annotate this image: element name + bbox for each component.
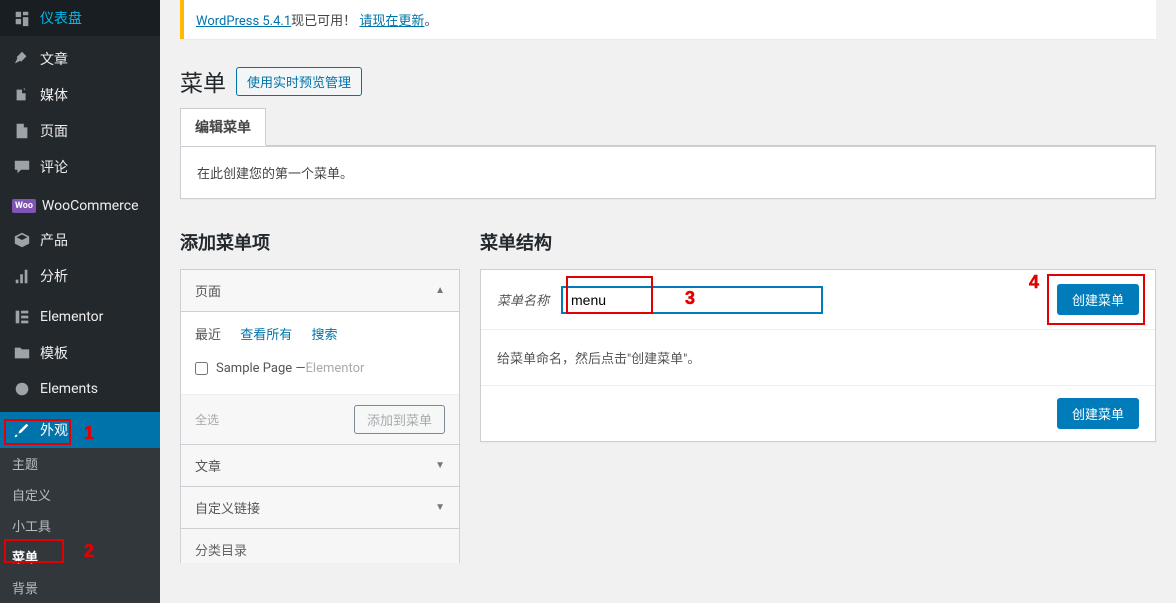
sidebar-elementor[interactable]: Elementor: [0, 299, 160, 335]
page-item-text: Sample Page —: [216, 361, 306, 376]
accordion-label: 自定义链接: [195, 498, 260, 517]
page-checkbox[interactable]: [195, 362, 208, 375]
select-all-link[interactable]: 全选: [195, 411, 219, 428]
submenu-customize[interactable]: 自定义: [0, 479, 160, 510]
product-icon: [12, 230, 32, 250]
sidebar-woocommerce[interactable]: Woo WooCommerce: [0, 190, 160, 222]
sidebar-label: Elements: [40, 381, 98, 397]
manage-live-preview-button[interactable]: 使用实时预览管理: [236, 67, 362, 96]
wp-version-link[interactable]: WordPress 5.4.1: [196, 14, 291, 29]
create-menu-button-bottom[interactable]: 创建菜单: [1057, 398, 1139, 429]
create-menu-button-top[interactable]: 创建菜单: [1057, 284, 1139, 315]
submenu-themes[interactable]: 主题: [0, 448, 160, 479]
sidebar-label: 文章: [40, 49, 68, 69]
page-subtabs: 最近 查看所有 搜索: [195, 324, 445, 343]
subtab-view-all[interactable]: 查看所有: [240, 328, 292, 343]
annotation-number-4: 4: [1029, 272, 1039, 293]
caret-down-icon: ▼: [435, 460, 445, 471]
notice-text: 现已可用！: [291, 14, 356, 29]
first-menu-info: 在此创建您的第一个菜单。: [180, 146, 1156, 199]
accordion-label: 页面: [195, 281, 221, 300]
media-icon: [12, 85, 32, 105]
admin-sidebar: 仪表盘 文章 媒体 页面 评论 Woo WooCommerce 产品: [0, 0, 160, 603]
caret-down-icon: ▼: [435, 502, 445, 513]
sidebar-label: 模板: [40, 343, 68, 363]
accordion-custom-links: 自定义链接 ▼: [180, 486, 460, 529]
accordion-label: 分类目录: [195, 540, 247, 559]
sidebar-label: 分析: [40, 266, 68, 286]
dashboard-icon: [12, 8, 32, 28]
accordion-label: 文章: [195, 456, 221, 475]
accordion-categories-head[interactable]: 分类目录: [181, 529, 459, 563]
notice-suffix: 。: [424, 14, 437, 29]
subtab-search[interactable]: 搜索: [312, 328, 338, 343]
menu-name-input[interactable]: [561, 286, 823, 314]
sidebar-label: 媒体: [40, 85, 68, 105]
submenu-menus[interactable]: 菜单: [0, 541, 160, 572]
caret-up-icon: ▲: [435, 285, 445, 296]
accordion-pages: 页面 ▲ 最近 查看所有 搜索 Sample Page — Elementor: [180, 269, 460, 445]
accordion-posts: 文章 ▼: [180, 444, 460, 487]
sidebar-analytics[interactable]: 分析: [0, 258, 160, 294]
sidebar-pages[interactable]: 页面: [0, 113, 160, 149]
sidebar-label: 外观: [40, 420, 68, 440]
brush-icon: [12, 420, 32, 440]
submenu-background[interactable]: 背景: [0, 572, 160, 603]
sidebar-templates[interactable]: 模板: [0, 335, 160, 371]
menu-structure-box: 菜单名称 3 创建菜单 4 给菜单命名，然后点击"创建菜单"。: [480, 269, 1156, 442]
sidebar-dashboard[interactable]: 仪表盘: [0, 0, 160, 36]
analytics-icon: [12, 266, 32, 286]
pin-icon: [12, 49, 32, 69]
sidebar-comments[interactable]: 评论: [0, 149, 160, 185]
sidebar-label: 页面: [40, 121, 68, 141]
elements-icon: [12, 379, 32, 399]
elementor-icon: [12, 307, 32, 327]
structure-title: 菜单结构: [480, 229, 1156, 255]
page-icon: [12, 121, 32, 141]
woo-icon: Woo: [12, 199, 36, 213]
sidebar-media[interactable]: 媒体: [0, 77, 160, 113]
sidebar-posts[interactable]: 文章: [0, 41, 160, 77]
submenu-widgets[interactable]: 小工具: [0, 510, 160, 541]
add-to-menu-button[interactable]: 添加到菜单: [354, 405, 445, 434]
tab-edit-menu[interactable]: 编辑菜单: [180, 108, 266, 146]
nav-tabs: 编辑菜单: [180, 108, 1156, 146]
page-item-type: Elementor: [306, 361, 365, 376]
main-content: WordPress 5.4.1现已可用！ 请现在更新。 菜单 使用实时预览管理 …: [160, 0, 1176, 603]
sidebar-label: 产品: [40, 230, 68, 250]
menu-name-label: 菜单名称: [497, 290, 549, 309]
add-items-title: 添加菜单项: [180, 229, 460, 255]
sidebar-appearance[interactable]: 外观: [0, 412, 160, 448]
comment-icon: [12, 157, 32, 177]
update-notice: WordPress 5.4.1现已可用！ 请现在更新。: [180, 0, 1156, 39]
subtab-recent[interactable]: 最近: [195, 328, 221, 343]
sidebar-label: Elementor: [40, 309, 103, 325]
sidebar-label: 仪表盘: [40, 8, 82, 28]
accordion-custom-links-head[interactable]: 自定义链接 ▼: [181, 487, 459, 528]
folder-icon: [12, 343, 32, 363]
sidebar-label: 评论: [40, 157, 68, 177]
info-text: 在此创建您的第一个菜单。: [197, 167, 353, 182]
accordion-categories: 分类目录: [180, 528, 460, 563]
accordion-pages-head[interactable]: 页面 ▲: [181, 270, 459, 311]
update-now-link[interactable]: 请现在更新: [359, 14, 424, 29]
page-item-sample[interactable]: Sample Page — Elementor: [195, 355, 445, 382]
sidebar-elements[interactable]: Elements: [0, 371, 160, 407]
accordion-posts-head[interactable]: 文章 ▼: [181, 445, 459, 486]
page-title: 菜单: [180, 64, 226, 98]
page-header: 菜单 使用实时预览管理: [180, 64, 1156, 98]
sidebar-label: WooCommerce: [42, 198, 139, 214]
sidebar-products[interactable]: 产品: [0, 222, 160, 258]
structure-helper-text: 给菜单命名，然后点击"创建菜单"。: [497, 352, 700, 367]
